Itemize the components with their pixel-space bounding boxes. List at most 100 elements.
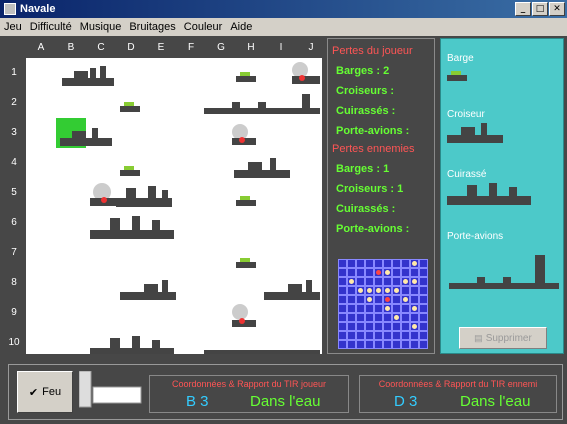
mini-cell[interactable]	[374, 259, 383, 268]
mini-cell[interactable]	[356, 259, 365, 268]
carrier-icon[interactable]	[449, 249, 559, 291]
mini-cell[interactable]	[365, 268, 374, 277]
mini-cell[interactable]	[356, 313, 365, 322]
mini-cell[interactable]	[410, 331, 419, 340]
menu-musique[interactable]: Musique	[76, 21, 126, 33]
enemy-mini-board[interactable]	[338, 259, 428, 349]
mini-cell[interactable]	[347, 304, 356, 313]
mini-cell[interactable]	[392, 259, 401, 268]
barge-icon[interactable]	[447, 69, 467, 81]
mini-cell[interactable]	[347, 313, 356, 322]
mini-cell[interactable]	[410, 313, 419, 322]
menu-jeu[interactable]: Jeu	[0, 21, 26, 33]
mini-cell[interactable]	[419, 340, 428, 349]
mini-cell[interactable]	[374, 322, 383, 331]
mini-cell[interactable]	[392, 268, 401, 277]
mini-cell[interactable]	[365, 277, 374, 286]
mini-cell[interactable]	[383, 340, 392, 349]
mini-cell[interactable]	[356, 340, 365, 349]
mini-cell[interactable]	[419, 322, 428, 331]
mini-cell[interactable]	[392, 340, 401, 349]
mini-cell[interactable]	[374, 340, 383, 349]
mini-cell[interactable]	[338, 277, 347, 286]
cruiser-icon[interactable]	[447, 123, 503, 143]
mini-cell[interactable]	[419, 268, 428, 277]
mini-cell[interactable]	[347, 268, 356, 277]
mini-cell[interactable]	[347, 331, 356, 340]
mini-cell[interactable]	[356, 295, 365, 304]
mini-cell[interactable]	[401, 304, 410, 313]
mini-cell[interactable]	[374, 304, 383, 313]
mini-cell[interactable]	[374, 277, 383, 286]
maximize-button[interactable]: □	[532, 2, 548, 16]
mini-cell[interactable]	[419, 304, 428, 313]
mini-cell[interactable]	[383, 259, 392, 268]
mini-cell[interactable]	[401, 259, 410, 268]
mini-cell[interactable]	[392, 295, 401, 304]
mini-cell[interactable]	[356, 268, 365, 277]
mini-cell[interactable]	[365, 259, 374, 268]
mini-cell[interactable]	[338, 295, 347, 304]
mini-cell[interactable]	[347, 322, 356, 331]
mini-cell[interactable]	[347, 286, 356, 295]
close-button[interactable]: ✕	[549, 2, 565, 16]
mini-cell[interactable]	[365, 322, 374, 331]
mini-cell[interactable]	[383, 277, 392, 286]
mini-cell[interactable]	[365, 313, 374, 322]
mini-cell[interactable]	[365, 331, 374, 340]
mini-cell[interactable]	[365, 340, 374, 349]
menu-difficulte[interactable]: Difficulté	[26, 21, 76, 33]
mini-cell[interactable]	[356, 331, 365, 340]
mini-cell[interactable]	[419, 277, 428, 286]
game-board[interactable]	[26, 58, 322, 354]
mini-cell[interactable]	[419, 286, 428, 295]
mini-cell[interactable]	[392, 304, 401, 313]
mini-cell[interactable]	[401, 331, 410, 340]
mini-cell[interactable]	[410, 268, 419, 277]
mini-cell[interactable]	[392, 331, 401, 340]
mini-cell[interactable]	[374, 313, 383, 322]
mini-cell[interactable]	[338, 304, 347, 313]
minimize-button[interactable]: _	[515, 2, 531, 16]
battleship-icon[interactable]	[447, 183, 531, 205]
mini-cell[interactable]	[392, 322, 401, 331]
mini-cell[interactable]	[338, 340, 347, 349]
menu-bruitages[interactable]: Bruitages	[125, 21, 179, 33]
mini-cell[interactable]	[356, 322, 365, 331]
mini-cell[interactable]	[401, 268, 410, 277]
menu-couleur[interactable]: Couleur	[180, 21, 227, 33]
mini-cell[interactable]	[347, 340, 356, 349]
feu-button[interactable]: ✔ Feu	[17, 371, 73, 413]
mini-cell[interactable]	[392, 277, 401, 286]
mini-cell[interactable]	[347, 295, 356, 304]
mini-cell[interactable]	[410, 286, 419, 295]
mini-cell[interactable]	[419, 331, 428, 340]
mini-cell[interactable]	[419, 295, 428, 304]
mini-cell[interactable]	[374, 295, 383, 304]
mini-cell[interactable]	[338, 268, 347, 277]
mini-cell[interactable]	[356, 304, 365, 313]
mini-cell[interactable]	[338, 331, 347, 340]
mini-cell[interactable]	[383, 313, 392, 322]
mini-cell[interactable]	[383, 331, 392, 340]
mini-cell[interactable]	[338, 313, 347, 322]
mini-cell[interactable]	[419, 313, 428, 322]
mini-cell[interactable]	[356, 277, 365, 286]
mini-cell[interactable]	[338, 259, 347, 268]
mini-cell[interactable]	[401, 322, 410, 331]
mini-cell[interactable]	[347, 259, 356, 268]
mini-cell[interactable]	[401, 313, 410, 322]
mini-cell[interactable]	[383, 322, 392, 331]
mini-cell[interactable]	[365, 304, 374, 313]
mini-cell[interactable]	[401, 286, 410, 295]
supprimer-button[interactable]: ▤ Supprimer	[459, 327, 547, 349]
menu-aide[interactable]: Aide	[226, 21, 256, 33]
mini-cell[interactable]	[410, 340, 419, 349]
mini-cell[interactable]	[401, 340, 410, 349]
mini-cell[interactable]	[374, 331, 383, 340]
mini-cell[interactable]	[410, 295, 419, 304]
mini-cell[interactable]	[338, 322, 347, 331]
mini-cell[interactable]	[419, 259, 428, 268]
menu-bar: Jeu Difficulté Musique Bruitages Couleur…	[0, 18, 567, 36]
mini-cell[interactable]	[338, 286, 347, 295]
